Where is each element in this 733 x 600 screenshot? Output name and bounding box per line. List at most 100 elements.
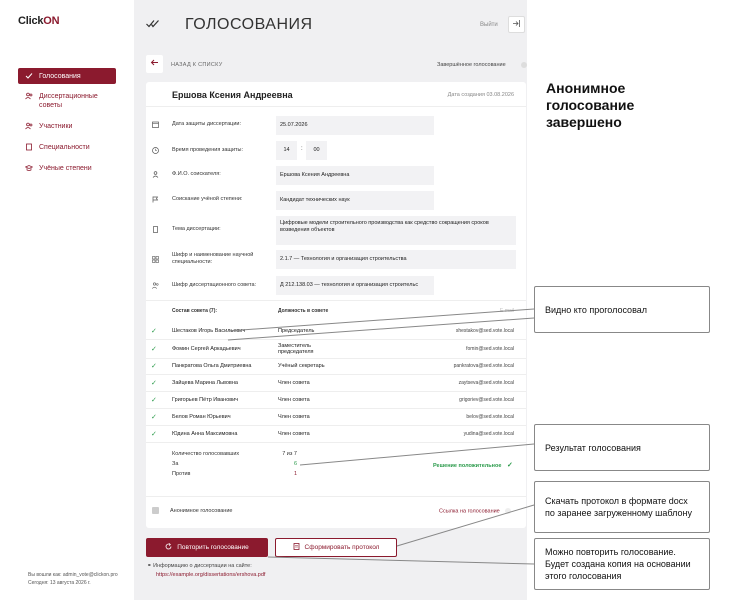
logout-icon bbox=[512, 19, 521, 30]
field-label: Тема диссертации: bbox=[172, 226, 221, 232]
vote-results: Количество голосовавших 7 из 7 За 6 Прот… bbox=[172, 451, 297, 481]
exit-link[interactable]: Выйти bbox=[480, 22, 498, 28]
council-select[interactable]: Д 212.138.03 — технология и организация … bbox=[276, 276, 434, 295]
field-label: Ф.И.О. соискателя: bbox=[172, 171, 221, 177]
field-label: Дата защиты диссертации: bbox=[172, 121, 242, 127]
member-position: Член совета bbox=[278, 431, 310, 437]
sidebar-item-label: Специальности bbox=[39, 144, 90, 151]
graduation-cap-icon bbox=[24, 164, 34, 172]
sidebar-item-votings[interactable]: Голосования bbox=[18, 68, 116, 84]
person-icon bbox=[152, 171, 159, 180]
refresh-icon bbox=[165, 543, 172, 552]
degree-select[interactable]: Кандидат технических наук bbox=[276, 191, 434, 210]
candidate-name: Ершова Ксения Андреевна bbox=[172, 90, 293, 100]
time-separator: : bbox=[301, 146, 303, 152]
anonymous-checkbox[interactable] bbox=[152, 507, 159, 514]
table-row: ✓ Панкратова Ольга Дмитриевна Учёный сек… bbox=[146, 359, 526, 375]
sidebar-item-label: Участники bbox=[39, 123, 73, 130]
sidebar-item-label: Учёные степени bbox=[39, 165, 92, 172]
member-email: fomin@sed.vote.local bbox=[466, 346, 514, 352]
dissertation-link[interactable]: https://example.org/dissertations/ershov… bbox=[156, 572, 265, 578]
user-info: Вы вошли как: admin_vote@clickon.pro Сег… bbox=[28, 572, 118, 586]
sidebar-item-label: Голосования bbox=[39, 72, 81, 80]
exit-button[interactable] bbox=[508, 16, 525, 33]
members-header-email: E-mail bbox=[499, 308, 514, 314]
check-icon bbox=[25, 72, 33, 80]
member-name: Юдина Анна Максимовна bbox=[172, 431, 238, 437]
back-button[interactable] bbox=[146, 55, 163, 73]
members-header-position: Должность в совете bbox=[278, 308, 329, 314]
anonymous-label: Анонимное голосование bbox=[170, 508, 233, 514]
sidebar-item-participants[interactable]: Участники bbox=[18, 118, 116, 135]
check-icon: ✓ bbox=[151, 380, 157, 387]
link-icon: ⚭ bbox=[147, 563, 152, 569]
members-header-count: Состав совета (7): bbox=[172, 308, 218, 314]
check-icon: ✓ bbox=[151, 363, 157, 370]
status-toggle bbox=[521, 62, 527, 68]
grid-icon bbox=[152, 256, 159, 265]
callout-voted: Видно кто проголосовал bbox=[534, 286, 710, 333]
repeat-voting-button[interactable]: Повторить голосование bbox=[146, 538, 268, 557]
sidebar-item-degrees[interactable]: Учёные степени bbox=[18, 160, 116, 177]
member-name: Белов Роман Юрьевич bbox=[172, 414, 231, 420]
member-position: Член совета bbox=[278, 380, 310, 386]
specialty-select[interactable]: 2.1.7 — Технология и организация строите… bbox=[276, 250, 516, 269]
sidebar-item-specialties[interactable]: Специальности bbox=[18, 139, 116, 156]
table-row: ✓ Юдина Анна Максимовна Член совета yudi… bbox=[146, 427, 526, 443]
table-row: ✓ Шестаков Игорь Васильевич Председатель… bbox=[146, 324, 526, 340]
checkmarks-icon bbox=[146, 19, 160, 31]
group-icon bbox=[25, 92, 33, 100]
table-row: ✓ Белов Роман Юрьевич Член совета belov@… bbox=[146, 410, 526, 426]
voting-card: Ершова Ксения Андреевна Дата создания 03… bbox=[146, 82, 526, 528]
page-title: ГОЛОСОВАНИЯ bbox=[185, 16, 313, 33]
callout-result: Результат голосования bbox=[534, 424, 710, 471]
member-email: zaytseva@sed.vote.local bbox=[458, 380, 514, 386]
link-icon bbox=[505, 508, 512, 514]
book-icon bbox=[152, 226, 159, 235]
result-for: За 6 bbox=[172, 461, 297, 467]
status-label: Завершённое голосование bbox=[437, 62, 506, 68]
check-icon: ✓ bbox=[151, 414, 157, 421]
sidebar-item-councils[interactable]: Диссертационные советы bbox=[18, 88, 116, 114]
member-position: Член совета bbox=[278, 397, 310, 403]
document-icon bbox=[293, 543, 300, 552]
member-position: Учёный секретарь bbox=[278, 363, 325, 369]
back-link[interactable]: НАЗАД К СПИСКУ bbox=[171, 62, 223, 68]
divider bbox=[146, 106, 526, 107]
member-email: pankratova@sed.vote.local bbox=[453, 363, 514, 369]
voting-link[interactable]: Ссылка на голосование bbox=[439, 508, 512, 514]
table-row: ✓ Григорьев Пётр Иванович Член совета gr… bbox=[146, 393, 526, 409]
users-icon bbox=[25, 122, 33, 130]
field-label: Время проведения защиты: bbox=[172, 147, 244, 153]
result-against: Против 1 bbox=[172, 471, 297, 477]
result-count: Количество голосовавших 7 из 7 bbox=[172, 451, 297, 457]
member-name: Зайцева Марина Львовна bbox=[172, 380, 238, 386]
annotation-heading: Анонимное голосование завершено bbox=[546, 80, 635, 130]
divider bbox=[146, 300, 526, 301]
defense-date-input[interactable]: 25.07.2026 bbox=[276, 116, 434, 135]
decision-badge: Решение положительное ✓ bbox=[433, 462, 513, 469]
defense-minute-input[interactable]: 00 bbox=[306, 141, 327, 160]
defense-hour-input[interactable]: 14 bbox=[276, 141, 297, 160]
field-label: Шифр и наименование научной специальност… bbox=[172, 252, 254, 265]
topic-textarea[interactable]: Цифровые модели строительного производст… bbox=[276, 216, 516, 245]
callout-repeat: Можно повторить голосование. Будет созда… bbox=[534, 538, 710, 590]
sidebar-item-label: Диссертационные советы bbox=[39, 93, 98, 109]
check-icon: ✓ bbox=[151, 431, 157, 438]
sidebar: ClickON Голосования Диссертационные сове… bbox=[0, 0, 134, 600]
member-email: grigoriev@sed.vote.local bbox=[459, 397, 514, 403]
member-name: Григорьев Пётр Иванович bbox=[172, 397, 239, 403]
member-email: shestakov@sed.vote.local bbox=[455, 328, 514, 334]
candidate-input[interactable]: Ершова Ксения Андреевна bbox=[276, 166, 434, 185]
generate-protocol-button[interactable]: Сформировать протокол bbox=[275, 538, 397, 557]
people-icon bbox=[152, 282, 159, 291]
divider bbox=[146, 496, 526, 497]
member-name: Фомин Сергей Аркадьевич bbox=[172, 346, 241, 352]
callout-download: Скачать протокол в формате docx по заран… bbox=[534, 481, 710, 533]
member-position: Председатель bbox=[278, 328, 315, 334]
member-position: Заместитель председателя bbox=[278, 343, 314, 355]
flag-icon bbox=[152, 196, 159, 205]
logo[interactable]: ClickON bbox=[18, 15, 60, 27]
calendar-icon bbox=[152, 121, 159, 130]
check-icon: ✓ bbox=[151, 328, 157, 335]
